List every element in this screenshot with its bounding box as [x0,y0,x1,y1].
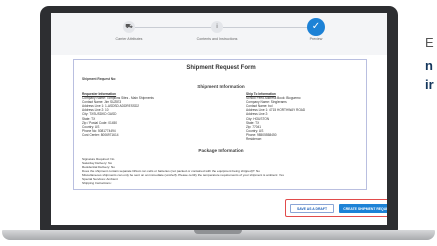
side-text-line: ir [425,77,434,92]
check-icon[interactable]: ✓ [307,18,325,36]
step-connector [135,27,211,28]
step-label-preview: Preview [309,37,323,41]
shipment-info-title: Shipment Information [197,84,245,89]
create-shipment-request-button[interactable]: CREATE SHIPMENT REQUEST [339,204,387,213]
laptop-notch [194,230,242,234]
requester-info: Requester Information Company Name: Tomp… [82,92,212,137]
shipment-request-form: Shipment Request Form Shipment Request N… [73,59,367,190]
step-connector [223,27,307,28]
package-line: Shipping Instructions: [82,181,112,185]
ship-to-line: Residence: [246,137,262,142]
side-text-line: E [425,35,434,50]
package-info-title: Package Information [198,148,244,153]
step-label-carrier: Carrier Attributes [115,37,143,41]
request-number-label: Shipment Request No: [82,77,117,81]
info-icon[interactable]: i [211,21,223,33]
package-info: Signature Required: No Saturday Delivery… [82,157,366,185]
laptop-screen: ⛟ Carrier Attributes i Contents and Inst… [51,13,387,225]
truck-icon[interactable]: ⛟ [123,21,135,33]
requester-line: Cost Center: 8006971614 [82,132,119,137]
side-text-line: n [425,58,433,73]
action-buttons-highlight: SAVE AS A DRAFT CREATE SHIPMENT REQUEST [285,199,387,217]
save-draft-button[interactable]: SAVE AS A DRAFT [290,204,334,213]
ship-to-info: Ship To Information School Feed Address … [246,92,364,141]
progress-stepper: ⛟ Carrier Attributes i Contents and Inst… [51,13,387,55]
form-title: Shipment Request Form [186,65,256,71]
step-label-contents: Contents and Instructions [196,37,238,41]
